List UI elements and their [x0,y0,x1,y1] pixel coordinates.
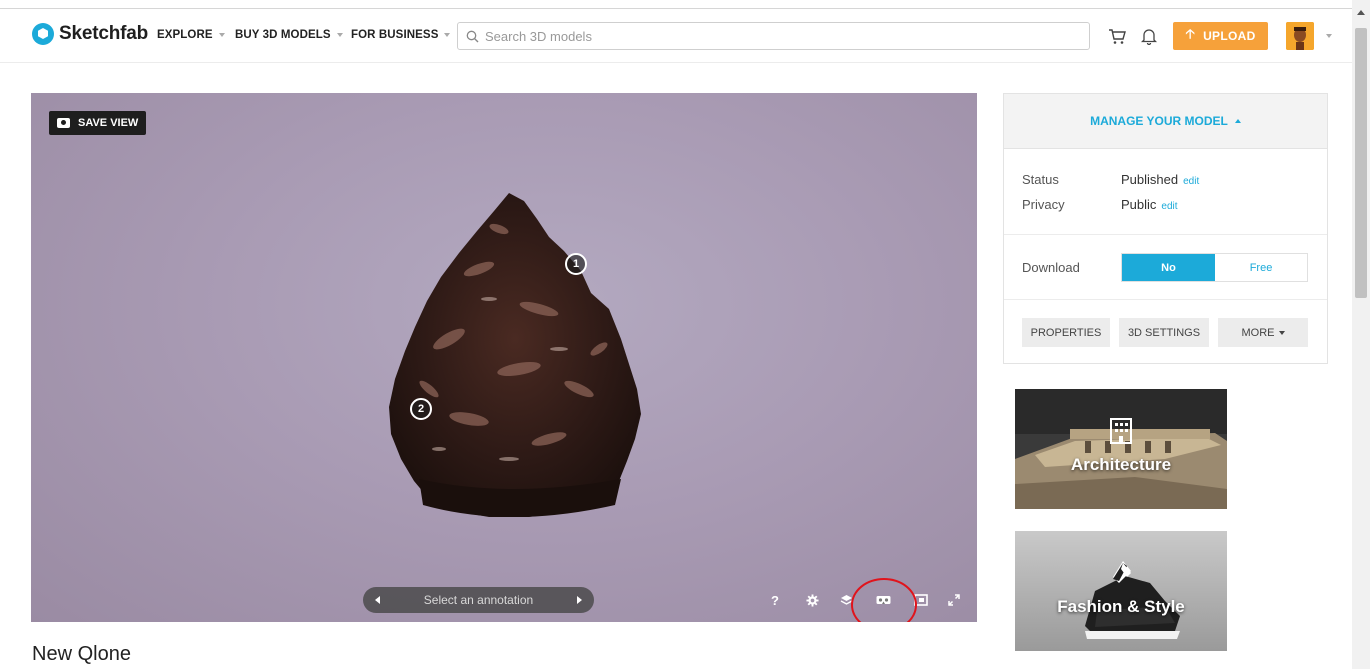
download-free-option[interactable]: Free [1215,254,1307,281]
download-toggle: No Free [1121,253,1308,282]
3d-settings-button[interactable]: 3D SETTINGS [1119,318,1209,347]
panel-divider [1004,299,1327,300]
status-value: Published [1121,172,1179,187]
status-edit-link[interactable]: edit [1183,176,1199,187]
upload-button[interactable]: 🡡 UPLOAD [1173,22,1268,50]
nav-buy-3d-models-label: BUY 3D MODELS [235,29,331,41]
logo-text: Sketchfab [59,23,149,44]
nav-buy-3d-models[interactable]: BUY 3D MODELS [235,29,343,41]
category-label: Fashion & Style [1057,597,1185,616]
camera-icon [57,118,70,128]
scroll-up-arrow-icon[interactable] [1357,10,1365,15]
manage-model-panel: MANAGE YOUR MODEL Status Published edit P… [1003,93,1328,364]
panel-divider [1004,234,1327,235]
upload-label: UPLOAD [1203,29,1256,43]
category-tile-architecture[interactable]: Architecture [1015,389,1227,509]
gear-icon [805,593,819,607]
sketchfab-logo[interactable]: Sketchfab [32,23,148,45]
architecture-thumbnail [1015,389,1227,509]
3d-settings-label: 3D SETTINGS [1127,326,1201,339]
more-label: MORE [1241,326,1275,339]
download-no-option[interactable]: No [1122,254,1215,281]
category-tile-fashion-style[interactable]: Fashion & Style [1015,531,1227,651]
3d-model-render [389,193,641,517]
user-avatar-icon [1286,22,1314,50]
privacy-value: Public [1121,197,1157,212]
chevron-up-icon [1234,119,1241,123]
next-annotation-icon[interactable] [576,596,582,604]
properties-label: PROPERTIES [1030,326,1102,339]
scrollbar-thumb[interactable] [1355,28,1367,298]
download-label: Download [1022,260,1080,275]
sketchfab-logo-icon [32,23,54,45]
search-icon [466,30,479,42]
model-viewer[interactable]: SAVE VIEW 1 2 Select an annotation ? [31,93,977,622]
annotation-hotspot[interactable]: 1 [565,253,587,275]
fashion-thumbnail [1015,531,1227,651]
manage-model-toggle[interactable]: MANAGE YOUR MODEL [1004,94,1327,149]
search-input[interactable] [485,28,1065,44]
nav-explore-label: EXPLORE [157,29,213,41]
chevron-down-icon [1278,330,1285,335]
manage-model-label: MANAGE YOUR MODEL [1090,114,1228,128]
annotation-hotspot[interactable]: 2 [410,398,432,420]
fullscreen-icon [948,594,960,606]
privacy-value-row: Public edit [1121,197,1178,212]
chevron-down-icon [444,33,451,37]
nav-for-business[interactable]: FOR BUSINESS [351,29,451,41]
search-box [457,22,1090,50]
settings-button[interactable] [803,591,821,609]
status-label: Status [1022,172,1059,187]
avatar[interactable] [1286,22,1314,50]
highlight-circle-annotation [851,578,917,622]
nav-explore[interactable]: EXPLORE [157,29,225,41]
annotation-navigator: Select an annotation [363,587,594,613]
upload-arrow-icon: 🡡 [1185,26,1196,41]
cart-icon [1109,28,1126,44]
category-label: Architecture [1070,455,1172,474]
previous-annotation-icon[interactable] [375,596,380,604]
status-value-row: Published edit [1121,172,1199,187]
properties-button[interactable]: PROPERTIES [1022,318,1110,347]
help-button[interactable]: ? [766,591,784,609]
more-button[interactable]: MORE [1218,318,1308,347]
save-view-button[interactable]: SAVE VIEW [49,111,147,135]
annotation-select-label[interactable]: Select an annotation [424,593,533,607]
privacy-edit-link[interactable]: edit [1161,201,1177,212]
notifications-button[interactable] [1138,25,1160,47]
nav-for-business-label: FOR BUSINESS [351,29,439,41]
chevron-down-icon [218,33,225,37]
cart-button[interactable] [1106,25,1128,47]
help-icon: ? [771,592,779,608]
chevron-down-icon [336,33,343,37]
bell-icon [1141,29,1157,45]
privacy-label: Privacy [1022,197,1065,212]
model-title: New Qlone [32,643,131,665]
fullscreen-button[interactable] [945,591,963,609]
save-view-label: SAVE VIEW [78,117,139,129]
chevron-down-icon[interactable] [1326,34,1332,38]
site-header: Sketchfab EXPLORE BUY 3D MODELS FOR BUSI… [0,9,1352,63]
